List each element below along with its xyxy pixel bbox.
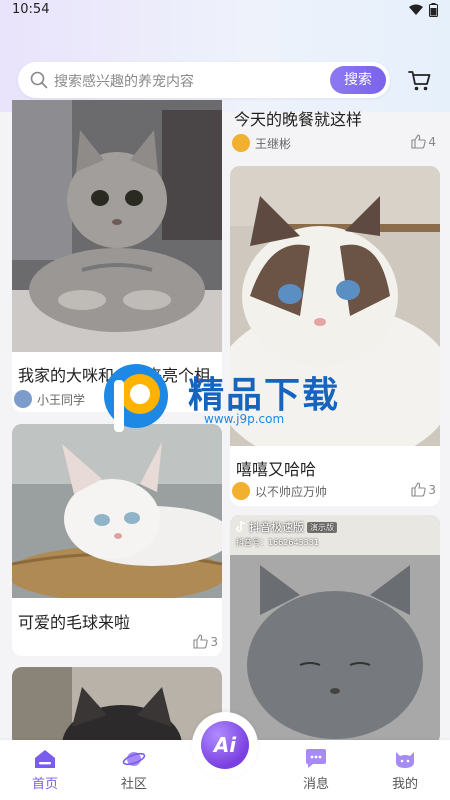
search-icon [30,71,48,89]
watermark: 精品下载 www.j9p.com [100,360,360,440]
status-bar: 10:54 [0,0,450,22]
thumbs-up-icon [193,634,209,649]
system-icons [409,3,438,17]
avatar [232,134,250,152]
thumbs-up-icon [411,134,427,149]
tiktok-icon [236,521,246,532]
overlay-badge: 演示版 [307,521,337,533]
author-name: 王继彬 [255,136,292,151]
nav-label: 社区 [120,777,147,792]
wifi-icon [409,4,423,15]
overlay-id: 抖音号：1662643331 [236,538,319,547]
status-time: 10:54 [12,2,50,17]
post-card[interactable]: 今天的晚餐就这样 王继彬 4 [230,100,440,158]
cart-icon[interactable] [408,70,432,92]
thumbs-up-icon [411,482,427,497]
post-author[interactable]: 王继彬 [232,134,291,152]
post-photo[interactable] [12,424,222,598]
post-card[interactable] [12,667,222,747]
post-photo[interactable] [12,100,222,352]
avatar [232,482,250,500]
search-input[interactable]: 搜索感兴趣的养宠内容 [54,71,194,91]
like-count: 3 [428,482,436,497]
header: 10:54 搜索感兴趣的养宠内容 搜索 [0,0,450,112]
author-name: 以不帅应万帅 [255,484,328,499]
home-icon [35,750,55,768]
planet-icon [122,752,146,766]
post-title: 可爱的毛球来啦 [18,613,131,632]
nav-messages[interactable]: 消息 [286,748,346,792]
battery-icon [429,3,438,17]
nav-label: 消息 [302,777,329,792]
post-photo[interactable]: 抖音极速版 演示版 抖音号：1662643331 [230,515,440,745]
watermark-brand: 精品下载 [188,375,341,416]
like-button[interactable]: 3 [193,634,218,649]
watermark-url: www.j9p.com [204,412,285,426]
video-overlay: 抖音极速版 演示版 抖音号：1662643331 [236,519,337,548]
nav-profile[interactable]: 我的 [375,748,435,792]
post-author[interactable]: 以不帅应万帅 [232,482,327,500]
post-card[interactable]: 嘻嘻又哈哈 以不帅应万帅 3 [230,166,440,506]
nav-home[interactable]: 首页 [15,748,75,792]
overlay-app-name: 抖音极速版 [249,521,304,534]
like-button[interactable]: 4 [411,134,436,149]
post-title: 嘻嘻又哈哈 [236,460,317,479]
like-count: 3 [210,634,218,649]
post-photo[interactable] [12,667,222,747]
nav-community[interactable]: 社区 [104,748,164,792]
profile-icon [396,752,414,768]
nav-label: 首页 [31,777,58,792]
post-card[interactable]: 抖音极速版 演示版 抖音号：1662643331 [230,515,440,745]
ai-icon: Ai [201,721,249,769]
author-name: 小王同学 [37,392,86,407]
search-button[interactable]: 搜索 [330,66,386,94]
post-title: 今天的晚餐就这样 [234,110,363,129]
message-icon [306,749,326,768]
post-author[interactable]: 小王同学 [14,390,85,408]
post-card[interactable]: 可爱的毛球来啦 3 [12,424,222,656]
like-count: 4 [428,134,436,149]
nav-label: 我的 [391,777,418,792]
search-bar[interactable]: 搜索感兴趣的养宠内容 搜索 [18,62,390,98]
nav-ai[interactable]: Ai [192,712,258,778]
avatar [14,390,32,408]
like-button[interactable]: 3 [411,482,436,497]
